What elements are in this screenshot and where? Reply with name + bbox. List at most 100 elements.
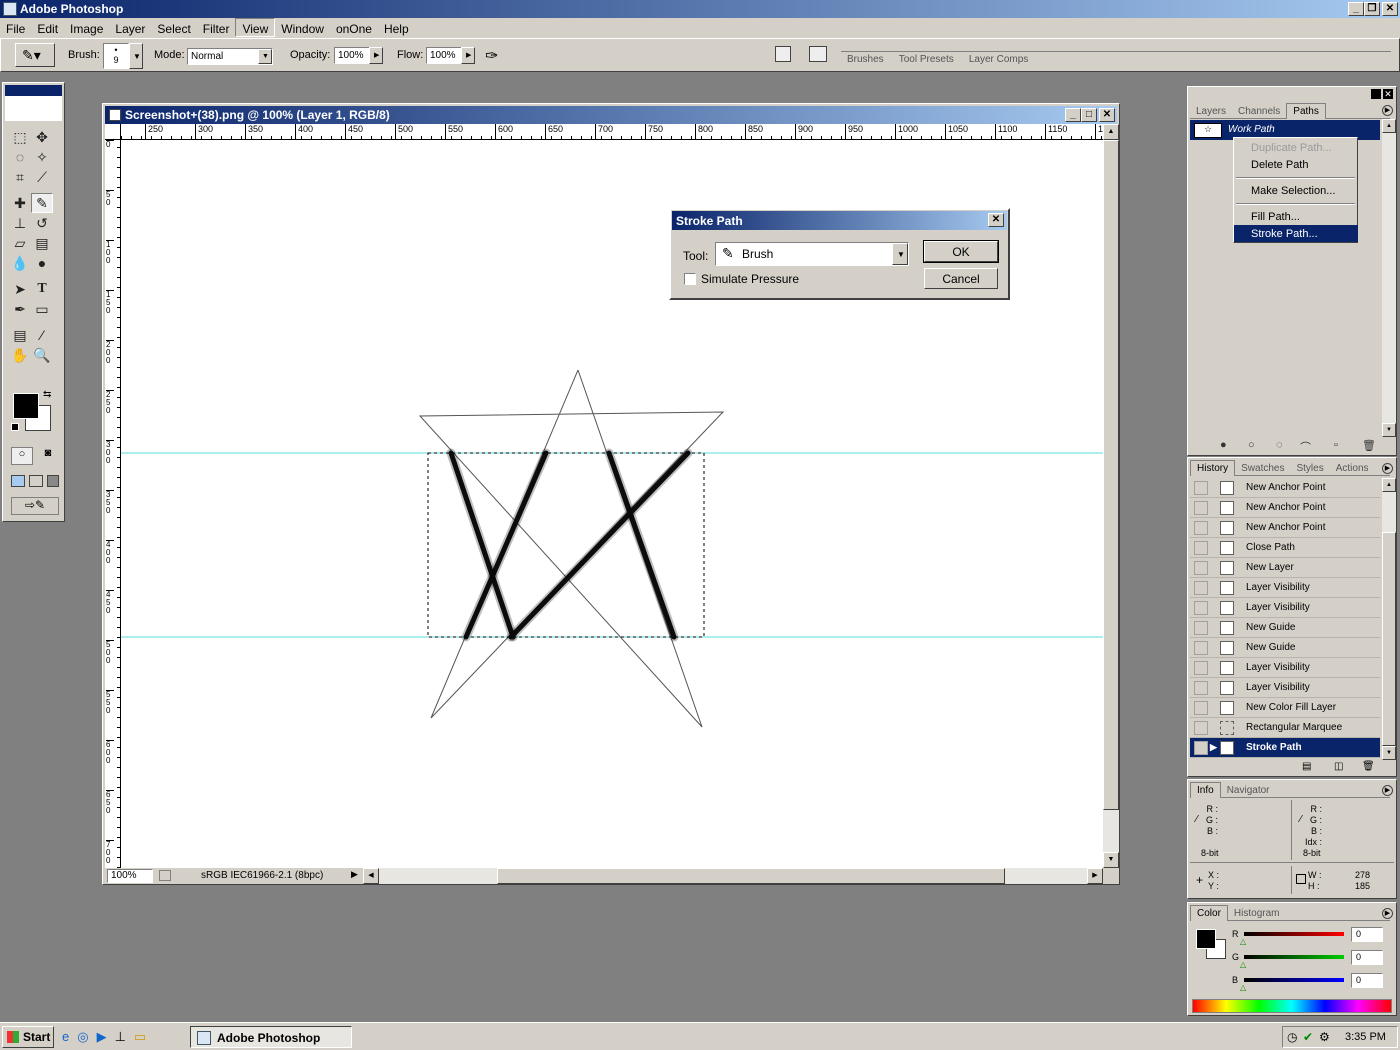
scroll-down-arrow[interactable]: ▼ xyxy=(1382,423,1396,437)
blur-icon[interactable]: 💧 xyxy=(9,253,31,273)
restore-button[interactable]: ❐ xyxy=(1364,2,1380,16)
close-button[interactable]: ✕ xyxy=(1382,2,1398,16)
well-tab-tool-presets[interactable]: Tool Presets xyxy=(893,52,960,67)
tab-histogram[interactable]: Histogram xyxy=(1228,906,1286,921)
mode-select[interactable]: Normal ▼ xyxy=(187,48,273,65)
status-info-icon[interactable] xyxy=(159,870,171,881)
new-document-from-state-icon[interactable]: ▤ xyxy=(1302,761,1311,772)
history-brush-icon[interactable]: ↺ xyxy=(31,213,53,233)
rectangle-icon[interactable]: ▭ xyxy=(31,299,53,319)
scroll-right-arrow[interactable]: ▶ xyxy=(1087,868,1103,884)
vertical-scrollbar[interactable]: ▲ ▼ xyxy=(1103,124,1119,868)
path-selection-icon[interactable]: ➤ xyxy=(9,279,31,299)
internet-explorer-icon[interactable]: e xyxy=(62,1029,77,1044)
panel-close-button[interactable]: ✕ xyxy=(1383,89,1393,99)
stroke-path-icon[interactable]: ○ xyxy=(1248,439,1255,451)
hand-icon[interactable]: ✋ xyxy=(9,345,31,365)
menu-delete-path[interactable]: Delete Path xyxy=(1234,156,1358,173)
history-source-checkbox[interactable] xyxy=(1194,501,1208,515)
history-state-row[interactable]: Layer Visibility xyxy=(1190,678,1380,698)
marquee-icon[interactable]: ⬚ xyxy=(9,127,31,147)
b-slider[interactable] xyxy=(1244,978,1344,982)
ok-button[interactable]: OK xyxy=(923,240,999,263)
magic-wand-icon[interactable]: ✧ xyxy=(31,147,53,167)
history-source-checkbox[interactable] xyxy=(1194,601,1208,615)
well-tab-layer-comps[interactable]: Layer Comps xyxy=(963,52,1034,67)
tab-color[interactable]: Color xyxy=(1190,905,1228,921)
star-work-path[interactable] xyxy=(418,369,725,728)
panel-menu-icon[interactable]: ▶ xyxy=(1382,908,1393,919)
media-player-icon[interactable]: ▶ xyxy=(97,1029,115,1044)
pen-icon[interactable]: ✒ xyxy=(9,299,31,319)
r-slider[interactable] xyxy=(1244,932,1344,936)
menu-view[interactable]: View xyxy=(235,18,276,37)
standard-mode-icon[interactable]: ○ xyxy=(11,447,33,465)
menu-filter[interactable]: Filter xyxy=(197,19,236,38)
screen-mode-full-menu-icon[interactable] xyxy=(29,475,43,487)
r-value-input[interactable]: 0 xyxy=(1351,927,1383,942)
menu-make-selection[interactable]: Make Selection... xyxy=(1234,182,1358,199)
screen-mode-standard-icon[interactable] xyxy=(11,475,25,487)
history-state-row[interactable]: Layer Visibility xyxy=(1190,598,1380,618)
b-slider-handle[interactable]: △ xyxy=(1240,983,1246,992)
history-state-row[interactable]: Close Path xyxy=(1190,538,1380,558)
menu-layer[interactable]: Layer xyxy=(109,19,151,38)
brush-picker-arrow[interactable]: ▼ xyxy=(129,43,143,69)
b-value-input[interactable]: 0 xyxy=(1351,973,1383,988)
history-state-row[interactable]: New Guide xyxy=(1190,618,1380,638)
type-icon[interactable]: T xyxy=(31,279,53,299)
taskbar-app-button[interactable]: Adobe Photoshop xyxy=(190,1026,352,1048)
healing-brush-icon[interactable]: ✚ xyxy=(9,193,31,213)
tab-layers[interactable]: Layers xyxy=(1190,104,1232,119)
scroll-down-arrow[interactable]: ▼ xyxy=(1103,852,1119,868)
zoom-icon[interactable]: 🔍 xyxy=(31,345,53,365)
menu-select[interactable]: Select xyxy=(151,19,196,38)
flow-input[interactable]: 100% xyxy=(426,47,462,64)
menu-image[interactable]: Image xyxy=(64,19,109,38)
eyedropper-icon[interactable]: ⁄ xyxy=(31,325,53,345)
r-slider-handle[interactable]: △ xyxy=(1240,937,1246,946)
foreground-color-swatch[interactable] xyxy=(13,393,39,419)
ruler-corner[interactable] xyxy=(105,124,121,140)
make-work-path-icon[interactable]: ⌒ xyxy=(1300,439,1311,455)
history-state-row[interactable]: New Anchor Point xyxy=(1190,478,1380,498)
brush-picker[interactable]: • 9 xyxy=(103,43,129,69)
palette-well-icon[interactable] xyxy=(809,46,827,62)
brush-tool-icon[interactable]: ✎ xyxy=(31,193,53,213)
crop-icon[interactable]: ⌗ xyxy=(9,167,31,187)
menu-fill-path[interactable]: Fill Path... xyxy=(1234,208,1358,225)
panel-minimize-button[interactable] xyxy=(1371,89,1381,99)
g-slider[interactable] xyxy=(1244,955,1344,959)
screen-mode-full-icon[interactable] xyxy=(47,475,59,487)
color-ramp[interactable] xyxy=(1192,999,1392,1013)
horizontal-scrollbar[interactable]: ◀ ▶ xyxy=(363,868,1103,884)
quick-mask-icon[interactable]: ◙ xyxy=(37,447,59,465)
doc-maximize-button[interactable]: □ xyxy=(1081,108,1097,122)
default-colors-icon[interactable] xyxy=(11,423,19,431)
tool-select[interactable]: ✎ Brush ▼ xyxy=(715,242,909,266)
tray-network-icon[interactable]: ✔ xyxy=(1303,1030,1313,1044)
history-source-checkbox[interactable] xyxy=(1194,541,1208,555)
doc-minimize-button[interactable]: _ xyxy=(1065,108,1081,122)
tab-swatches[interactable]: Swatches xyxy=(1235,461,1290,476)
status-menu-arrow[interactable]: ▶ xyxy=(351,869,358,880)
history-state-slider-icon[interactable]: ▶ xyxy=(1210,742,1217,753)
scroll-up-arrow[interactable]: ▲ xyxy=(1382,478,1396,492)
vertical-scroll-thumb[interactable] xyxy=(1103,140,1119,810)
history-state-row[interactable]: Layer Visibility xyxy=(1190,658,1380,678)
airbrush-icon[interactable]: ✑ xyxy=(485,46,498,66)
load-selection-icon[interactable]: ◌ xyxy=(1276,439,1283,451)
tab-navigator[interactable]: Navigator xyxy=(1221,783,1276,798)
history-source-checkbox[interactable] xyxy=(1194,561,1208,575)
well-tab-brushes[interactable]: Brushes xyxy=(841,52,890,67)
history-scroll-thumb[interactable] xyxy=(1382,532,1396,746)
paths-scrollbar[interactable]: ▲ ▼ xyxy=(1382,119,1396,437)
tab-channels[interactable]: Channels xyxy=(1232,104,1286,119)
doc-close-button[interactable]: ✕ xyxy=(1099,108,1115,122)
g-slider-handle[interactable]: △ xyxy=(1240,960,1246,969)
outlook-icon[interactable]: ◎ xyxy=(77,1029,96,1044)
tab-paths[interactable]: Paths xyxy=(1286,103,1326,119)
flow-slider-arrow[interactable]: ▶ xyxy=(461,47,475,64)
delete-path-icon[interactable]: 🗑 xyxy=(1362,439,1376,452)
tool-preset-picker[interactable]: ✎▾ xyxy=(15,43,55,67)
